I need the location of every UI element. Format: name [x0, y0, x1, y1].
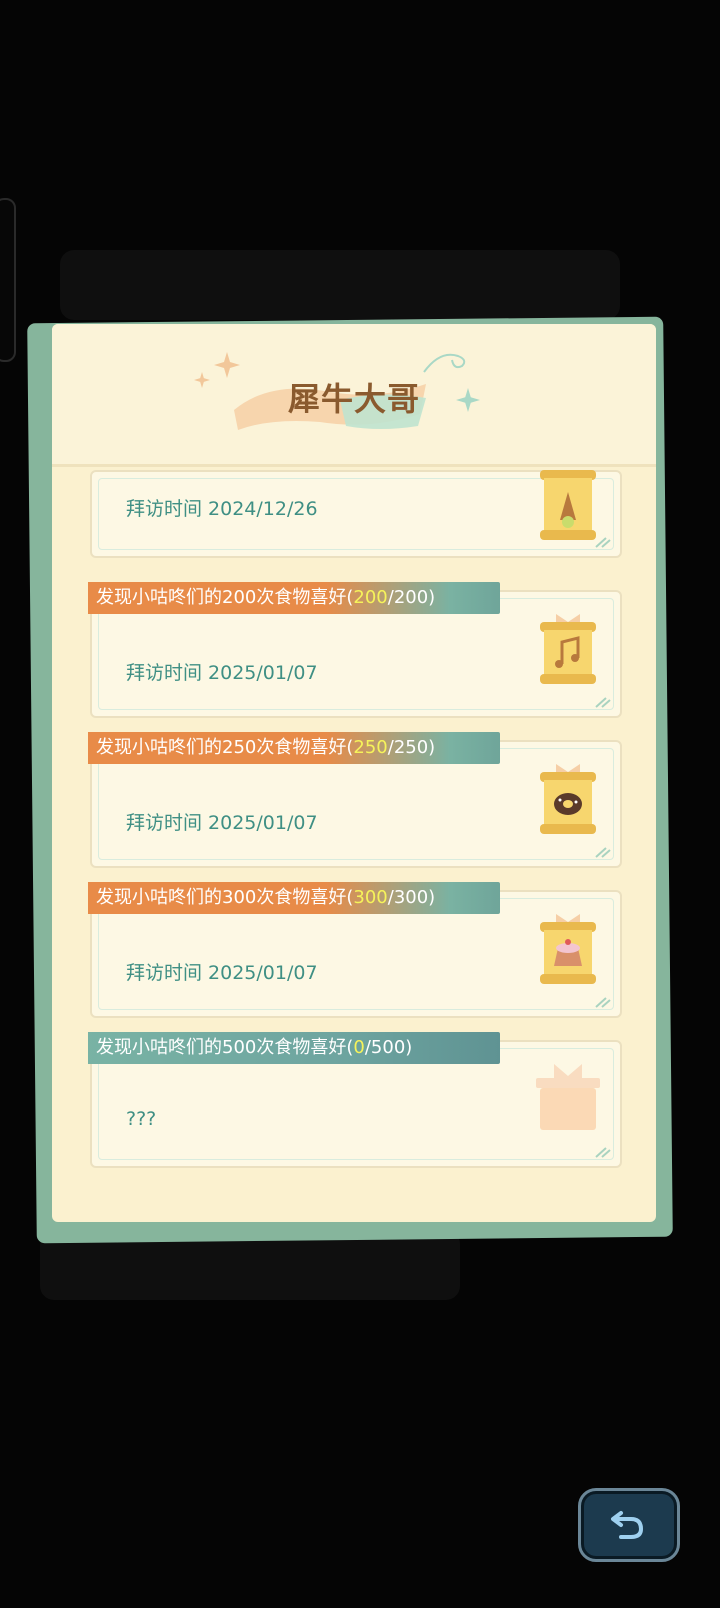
album-panel: 犀牛大哥 拜访时间 2024/12/26 拜访时间 2025/01/07 发现小…: [52, 324, 656, 1222]
achievement-ribbon: 发现小咕咚们的300次食物喜好(300/300): [88, 882, 500, 914]
title-area: 犀牛大哥: [52, 324, 656, 467]
side-tab[interactable]: [0, 198, 16, 362]
back-button[interactable]: [578, 1488, 680, 1562]
corner-decoration: [595, 847, 611, 858]
visit-time: 拜访时间 2025/01/07: [126, 662, 318, 684]
achievement-card: 拜访时间 2024/12/26: [88, 470, 622, 562]
progress-total: /250): [387, 737, 436, 758]
achievement-card: 拜访时间 2025/01/07 发现小咕咚们的200次食物喜好(200/200): [88, 582, 622, 722]
progress-total: /300): [387, 887, 436, 908]
swirl-decoration: [423, 353, 466, 373]
progress-total: /200): [387, 587, 436, 608]
progress-current: 0: [353, 1037, 365, 1058]
corner-decoration: [595, 1147, 611, 1158]
undo-arrow-icon: [611, 1511, 644, 1539]
progress-current: 200: [353, 587, 388, 608]
progress-current: 300: [353, 887, 388, 908]
locked-gift-icon[interactable]: [532, 1058, 604, 1138]
corner-decoration: [595, 997, 611, 1008]
scroll-ice-cream-icon[interactable]: [532, 470, 604, 546]
ribbon-text: 发现小咕咚们的200次食物喜好(: [96, 587, 354, 608]
scroll-cake-icon[interactable]: [532, 908, 604, 988]
game-screen: 犀牛大哥 拜访时间 2024/12/26 拜访时间 2025/01/07 发现小…: [0, 0, 720, 1608]
achievement-list[interactable]: 拜访时间 2024/12/26 拜访时间 2025/01/07 发现小咕咚们的2…: [88, 470, 628, 1200]
background-shelf: [60, 250, 620, 320]
achievement-ribbon: 发现小咕咚们的500次食物喜好(0/500): [88, 1032, 500, 1064]
achievement-ribbon: 发现小咕咚们的250次食物喜好(250/250): [88, 732, 500, 764]
ribbon-text: 发现小咕咚们的500次食物喜好(: [96, 1037, 354, 1058]
progress-total: /500): [364, 1037, 413, 1058]
achievement-card-locked: ??? 发现小咕咚们的500次食物喜好(0/500): [88, 1032, 622, 1172]
visit-time-unknown: ???: [126, 1108, 157, 1130]
visit-time: 拜访时间 2025/01/07: [126, 812, 318, 834]
scroll-donut-icon[interactable]: [532, 758, 604, 838]
achievement-card: 拜访时间 2025/01/07 发现小咕咚们的300次食物喜好(300/300): [88, 882, 622, 1022]
panel-title: 犀牛大哥: [287, 380, 420, 418]
achievement-card: 拜访时间 2025/01/07 发现小咕咚们的250次食物喜好(250/250): [88, 732, 622, 872]
ribbon-text: 发现小咕咚们的300次食物喜好(: [96, 887, 354, 908]
corner-decoration: [595, 697, 611, 708]
scroll-music-note-icon[interactable]: [532, 608, 604, 688]
visit-time: 拜访时间 2024/12/26: [126, 498, 318, 520]
visit-time: 拜访时间 2025/01/07: [126, 962, 318, 984]
achievement-ribbon: 发现小咕咚们的200次食物喜好(200/200): [88, 582, 500, 614]
ribbon-text: 发现小咕咚们的250次食物喜好(: [96, 737, 354, 758]
progress-current: 250: [353, 737, 388, 758]
